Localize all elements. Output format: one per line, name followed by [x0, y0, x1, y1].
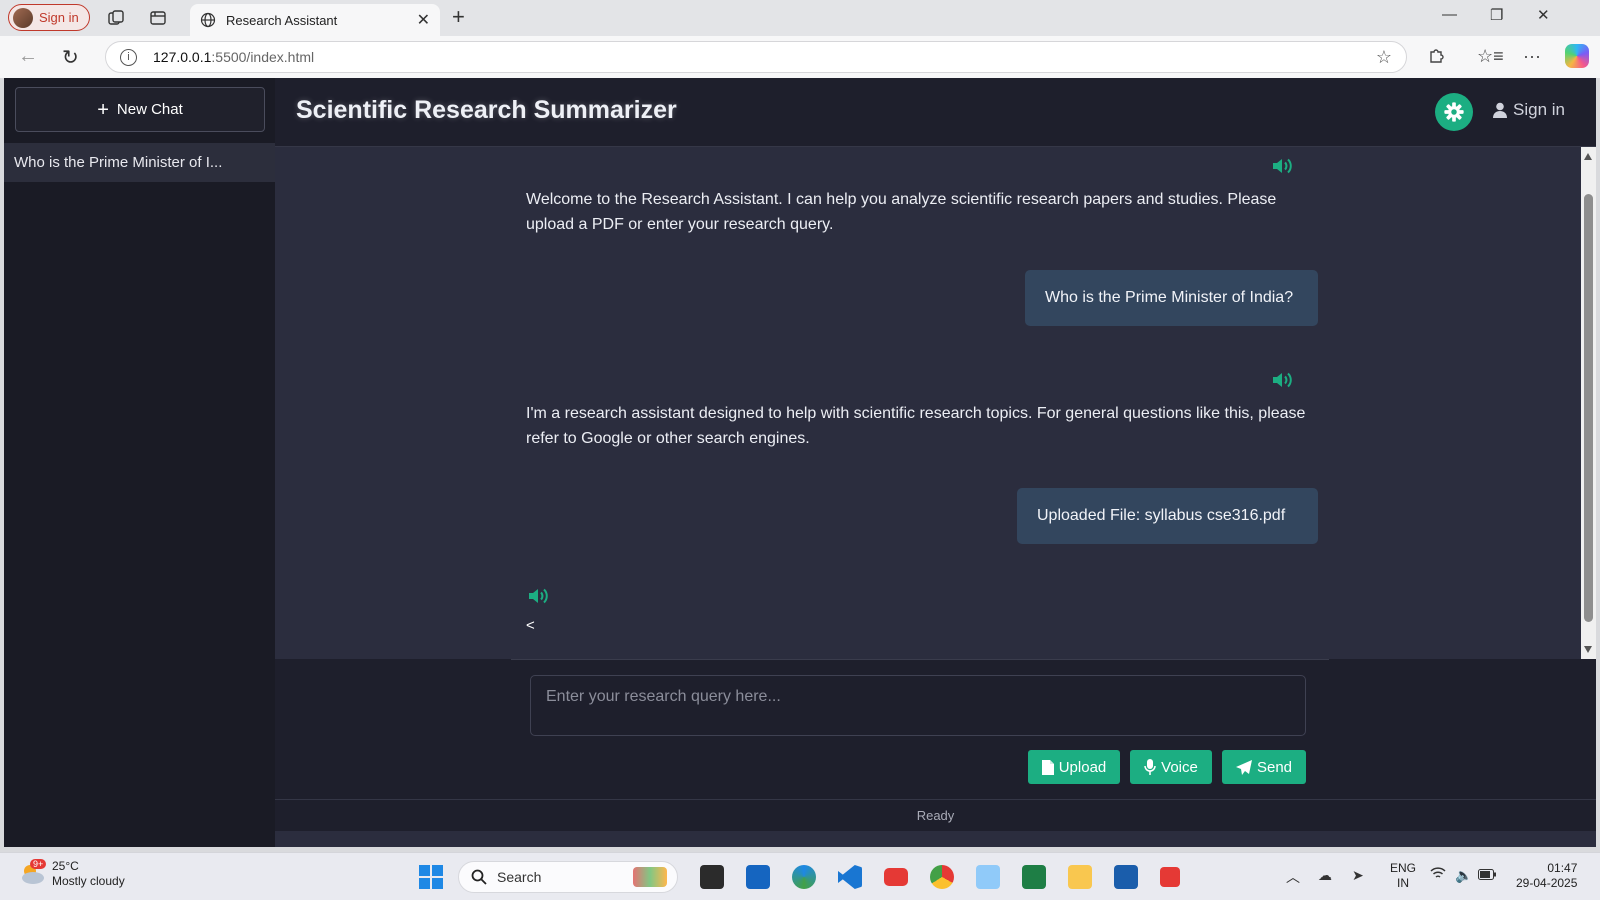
lang-region: IN — [1397, 876, 1409, 890]
battery-icon[interactable] — [1478, 867, 1496, 883]
location-icon[interactable]: ➤ — [1352, 867, 1364, 884]
back-icon[interactable]: ← — [18, 45, 38, 68]
assistant-message: I'm a research assistant designed to hel… — [526, 405, 1306, 447]
status-bar: Ready — [275, 799, 1596, 831]
user-message: Who is the Prime Minister of India? — [1025, 270, 1318, 326]
chat-scrollbar[interactable] — [1581, 147, 1596, 659]
voice-label: Voice — [1161, 758, 1198, 776]
cloud-icon: 9+ — [18, 859, 47, 885]
globe-icon — [200, 12, 216, 28]
more-menu-icon[interactable]: ··· — [1523, 46, 1541, 67]
speaker-icon[interactable] — [1271, 156, 1295, 176]
assistant-message: < — [526, 617, 535, 634]
copilot-icon[interactable] — [1565, 44, 1589, 68]
site-info-icon[interactable]: i — [120, 48, 137, 66]
assistant-message: Welcome to the Research Assistant. I can… — [526, 191, 1277, 233]
favorite-star-icon[interactable]: ☆ — [1376, 47, 1392, 68]
query-input[interactable] — [530, 675, 1306, 736]
settings-button[interactable] — [1435, 93, 1473, 131]
profile-label: Sign in — [39, 10, 79, 25]
browser-profile-button[interactable]: Sign in — [8, 4, 90, 31]
chat-messages: Welcome to the Research Assistant. I can… — [275, 147, 1581, 659]
upload-label: Upload — [1058, 758, 1107, 776]
close-window-icon[interactable]: ✕ — [1537, 6, 1550, 24]
plus-icon: + — [97, 98, 109, 121]
wifi-icon[interactable] — [1430, 867, 1446, 883]
chrome-icon[interactable] — [930, 865, 954, 889]
store-icon[interactable] — [746, 865, 770, 889]
weather-badge: 9+ — [30, 859, 47, 869]
excel-icon[interactable] — [1022, 865, 1046, 889]
tab-title: Research Assistant — [226, 12, 338, 28]
tab-research-assistant[interactable]: Research Assistant ✕ — [190, 4, 440, 36]
app-header: Scientific Research Summarizer Sign in — [275, 78, 1596, 147]
gear-icon — [1444, 102, 1464, 122]
send-button[interactable]: Send — [1222, 750, 1306, 784]
scrollbar-thumb[interactable] — [1584, 194, 1593, 622]
chat-history-item[interactable]: Who is the Prime Minister of I... — [4, 143, 275, 182]
composer: Upload Voice Send — [275, 659, 1596, 799]
send-label: Send — [1256, 758, 1293, 776]
paint-icon[interactable] — [976, 865, 1000, 889]
volume-icon[interactable]: 🔈 — [1455, 867, 1472, 884]
system-clock[interactable]: 01:47 29-04-2025 — [1516, 861, 1577, 891]
user-icon — [1493, 102, 1507, 118]
restore-icon[interactable]: ❐ — [1490, 6, 1503, 24]
app-red-icon[interactable] — [1160, 867, 1180, 887]
sidebar: + New Chat Who is the Prime Minister of … — [4, 78, 275, 847]
chevron-up-icon[interactable]: ︿ — [1286, 867, 1300, 887]
vscode-icon[interactable] — [838, 865, 862, 889]
voice-button[interactable]: Voice — [1130, 750, 1212, 784]
weather-widget[interactable]: 9+ 25°C Mostly cloudy — [18, 859, 125, 889]
taskbar-search-label: Search — [497, 869, 542, 885]
search-icon — [471, 869, 487, 885]
user-message: Uploaded File: syllabus cse316.pdf — [1017, 488, 1318, 544]
taskbar: 9+ 25°C Mostly cloudy Search ︿ ☁ ➤ ENG I… — [0, 852, 1600, 900]
sign-in-label: Sign in — [1513, 100, 1565, 119]
page-title: Scientific Research Summarizer — [296, 96, 677, 124]
browser-toolbar: ← ↻ i 127.0.0.1:5500/index.html ☆ ☆≡ ··· — [0, 36, 1600, 78]
windows-start-icon[interactable] — [419, 865, 443, 889]
weather-desc: Mostly cloudy — [52, 874, 125, 888]
weather-temp: 25°C — [52, 859, 79, 873]
edge-icon[interactable] — [792, 865, 816, 889]
browser-tabbar: Sign in Research Assistant ✕ + ― ❐ ✕ — [0, 0, 1600, 36]
clock-date: 29-04-2025 — [1516, 876, 1578, 890]
scroll-down-icon[interactable] — [1584, 646, 1592, 653]
url-host: 127.0.0.1 — [153, 49, 212, 65]
taskbar-search[interactable]: Search — [458, 861, 678, 893]
profile-avatar — [13, 7, 33, 28]
youtube-icon[interactable] — [884, 868, 908, 886]
new-chat-label: New Chat — [116, 101, 183, 118]
upload-button[interactable]: Upload — [1028, 750, 1120, 784]
search-highlight-icon — [633, 867, 667, 887]
tab-actions-icon[interactable] — [148, 8, 168, 28]
lang-code: ENG — [1390, 861, 1417, 875]
new-tab-icon[interactable]: + — [452, 4, 465, 30]
word-icon[interactable] — [1114, 865, 1138, 889]
scroll-up-icon[interactable] — [1584, 153, 1592, 160]
close-tab-icon[interactable]: ✕ — [417, 10, 430, 30]
paper-plane-icon — [1235, 759, 1252, 775]
language-indicator[interactable]: ENG IN — [1390, 861, 1416, 891]
file-explorer-icon[interactable] — [1068, 865, 1092, 889]
file-icon — [1041, 759, 1054, 775]
extensions-icon[interactable] — [1428, 46, 1446, 69]
divider — [511, 659, 1329, 660]
reload-icon[interactable]: ↻ — [62, 45, 79, 70]
new-chat-button[interactable]: + New Chat — [15, 87, 265, 132]
microphone-icon — [1144, 759, 1156, 775]
app-window: + New Chat Who is the Prime Minister of … — [4, 78, 1596, 847]
speaker-icon[interactable] — [527, 586, 551, 606]
speaker-icon[interactable] — [1271, 370, 1295, 390]
clock-time: 01:47 — [1547, 861, 1578, 875]
address-bar[interactable]: i 127.0.0.1:5500/index.html ☆ — [105, 41, 1407, 73]
favorites-icon[interactable]: ☆≡ — [1477, 46, 1504, 67]
url-path: :5500/index.html — [211, 49, 315, 65]
onedrive-icon[interactable]: ☁ — [1318, 867, 1332, 884]
minimize-icon[interactable]: ― — [1442, 6, 1457, 23]
task-view-icon[interactable] — [700, 865, 724, 889]
sign-in-button[interactable]: Sign in — [1493, 100, 1565, 120]
workspaces-icon[interactable] — [106, 8, 126, 28]
